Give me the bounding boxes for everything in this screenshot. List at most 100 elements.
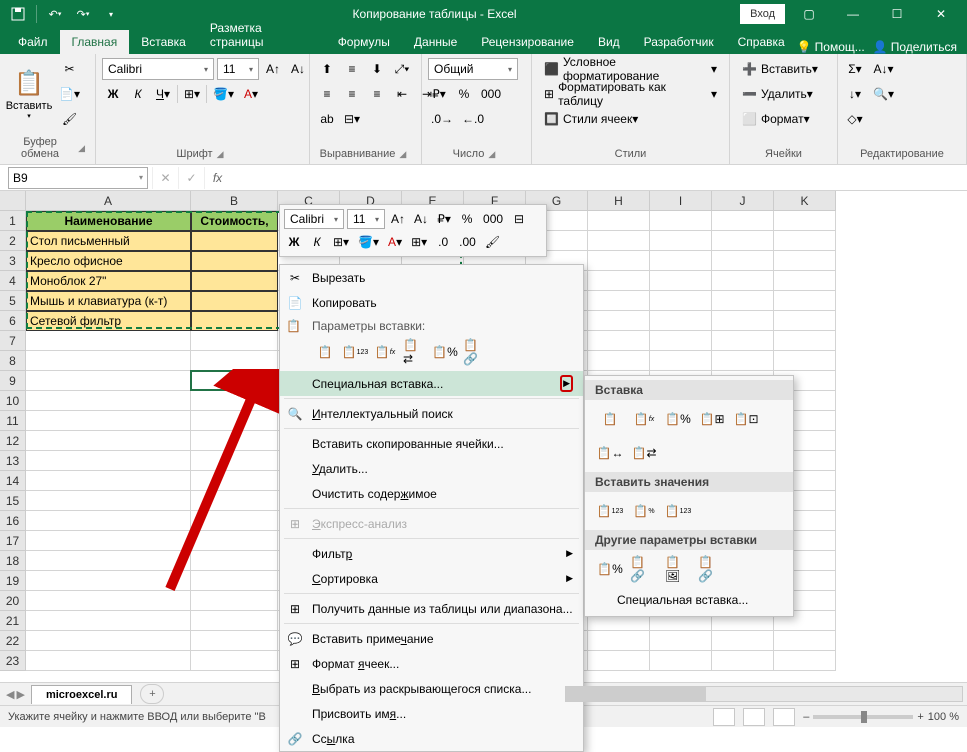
redo-icon[interactable]: ↷▾ — [71, 3, 95, 25]
cell[interactable]: Наименование — [26, 211, 191, 231]
tab-help[interactable]: Справка — [726, 30, 797, 54]
align-center-icon[interactable]: ≡ — [341, 83, 363, 105]
cell[interactable]: Сетевой фильтр — [26, 311, 191, 331]
font-dialog-launcher[interactable]: ◢ — [217, 149, 229, 160]
cell[interactable] — [588, 631, 650, 651]
align-bottom-icon[interactable]: ⬇ — [366, 58, 388, 80]
bold-button[interactable]: Ж — [102, 83, 124, 105]
font-name-combo[interactable]: Calibri▾ — [102, 58, 214, 80]
sub-picture-icon[interactable]: 📋🖼 — [663, 554, 693, 584]
cell[interactable] — [650, 351, 712, 371]
row-header-15[interactable]: 15 — [0, 491, 26, 511]
mini-inc-decimal-icon[interactable]: .00 — [456, 232, 479, 252]
cell[interactable] — [650, 331, 712, 351]
currency-icon[interactable]: ₽▾ — [428, 83, 450, 105]
copy-icon[interactable]: 📄▾ — [56, 83, 83, 105]
cell[interactable] — [650, 651, 712, 671]
sort-filter-icon[interactable]: A↓▾ — [870, 58, 897, 80]
sub-values-icon[interactable]: 📋123 — [595, 496, 625, 526]
name-box[interactable]: B9▾ — [8, 167, 148, 189]
cell[interactable] — [774, 211, 836, 231]
zoom-slider[interactable] — [813, 715, 913, 719]
col-header-A[interactable]: A — [26, 191, 191, 211]
cell[interactable] — [191, 431, 278, 451]
sub-paste-keepsrc-icon[interactable]: 📋⊞ — [697, 404, 727, 434]
ribbon-display-icon[interactable]: ▢ — [789, 0, 829, 28]
cell[interactable] — [588, 651, 650, 671]
cell[interactable] — [26, 591, 191, 611]
cell[interactable] — [191, 491, 278, 511]
cell[interactable] — [774, 231, 836, 251]
cell[interactable] — [191, 231, 278, 251]
row-header-18[interactable]: 18 — [0, 551, 26, 571]
ctx-format-cells[interactable]: ⊞Формат ячеек... — [280, 651, 583, 676]
comma-icon[interactable]: 000 — [478, 83, 504, 105]
fill-icon[interactable]: ↓▾ — [844, 83, 866, 105]
mini-font-color-icon[interactable]: A▾ — [385, 232, 405, 252]
mini-merge-icon[interactable]: ⊟ — [509, 209, 529, 229]
sub-paste-noborders-icon[interactable]: 📋⊡ — [731, 404, 761, 434]
format-as-table-button[interactable]: ⊞Форматировать как таблицу▾ — [538, 83, 723, 105]
tab-review[interactable]: Рецензирование — [469, 30, 586, 54]
align-top-icon[interactable]: ⬆ — [316, 58, 338, 80]
cell[interactable] — [191, 351, 278, 371]
cell-styles-button[interactable]: 🔲Стили ячеек▾ — [538, 108, 644, 130]
cell[interactable] — [26, 511, 191, 531]
ctx-get-data[interactable]: ⊞Получить данные из таблицы или диапазон… — [280, 596, 583, 621]
cell[interactable] — [26, 631, 191, 651]
cell[interactable] — [650, 291, 712, 311]
font-size-combo[interactable]: 11▾ — [217, 58, 259, 80]
cell[interactable] — [26, 331, 191, 351]
cell[interactable] — [191, 291, 278, 311]
increase-font-icon[interactable]: A↑ — [262, 58, 284, 80]
cell[interactable] — [774, 351, 836, 371]
col-header-B[interactable]: B — [191, 191, 278, 211]
zoom-out-icon[interactable]: – — [803, 711, 809, 723]
cell[interactable] — [774, 651, 836, 671]
mini-italic-button[interactable]: К — [307, 232, 327, 252]
row-header-19[interactable]: 19 — [0, 571, 26, 591]
cell[interactable]: Кресло офисное — [26, 251, 191, 271]
indent-left-icon[interactable]: ⇤ — [391, 83, 413, 105]
italic-button[interactable]: К — [127, 83, 149, 105]
row-header-3[interactable]: 3 — [0, 251, 26, 271]
sub-link-icon[interactable]: 📋🔗 — [629, 554, 659, 584]
mini-percent-icon[interactable]: % — [457, 209, 477, 229]
insert-cells-button[interactable]: ➕Вставить▾ — [736, 58, 824, 80]
cell[interactable] — [712, 251, 774, 271]
qat-customize-icon[interactable]: ▾ — [99, 3, 123, 25]
ctx-link[interactable]: 🔗Ссылка — [280, 726, 583, 751]
tell-me[interactable]: 💡 Помощ... — [797, 40, 865, 54]
cell[interactable] — [191, 471, 278, 491]
ctx-quick-analysis[interactable]: ⊞Экспресс-анализ — [280, 511, 583, 536]
cell[interactable] — [26, 431, 191, 451]
minimize-icon[interactable]: — — [833, 0, 873, 28]
cell[interactable] — [588, 231, 650, 251]
wrap-text-icon[interactable]: ab — [316, 108, 338, 130]
cell[interactable] — [191, 391, 278, 411]
increase-decimal-icon[interactable]: .0→ — [428, 108, 456, 130]
cell[interactable] — [191, 451, 278, 471]
ctx-insert-comment[interactable]: 💬Вставить примечание — [280, 626, 583, 651]
cell[interactable] — [712, 651, 774, 671]
ctx-delete[interactable]: Удалить... — [280, 456, 583, 481]
align-left-icon[interactable]: ≡ — [316, 83, 338, 105]
sub-values-fmt-icon[interactable]: 📋% — [629, 496, 659, 526]
tab-data[interactable]: Данные — [402, 30, 469, 54]
cell[interactable] — [191, 611, 278, 631]
cell[interactable] — [712, 331, 774, 351]
tab-file[interactable]: Файл — [6, 30, 60, 54]
row-header-14[interactable]: 14 — [0, 471, 26, 491]
ctx-cut[interactable]: ✂Вырезать — [280, 265, 583, 290]
merge-icon[interactable]: ⊟▾ — [341, 108, 363, 130]
tab-insert[interactable]: Вставка — [129, 30, 198, 54]
sheet-nav-prev-icon[interactable]: ◀ — [6, 688, 14, 701]
cell[interactable] — [191, 371, 278, 391]
cell[interactable] — [26, 451, 191, 471]
delete-cells-button[interactable]: ➖Удалить▾ — [736, 83, 819, 105]
cell[interactable]: Стол письменный — [26, 231, 191, 251]
ctx-define-name[interactable]: Присвоить имя... — [280, 701, 583, 726]
mini-increase-font-icon[interactable]: A↑ — [388, 209, 408, 229]
clear-icon[interactable]: ◇▾ — [844, 108, 866, 130]
cell[interactable] — [191, 251, 278, 271]
